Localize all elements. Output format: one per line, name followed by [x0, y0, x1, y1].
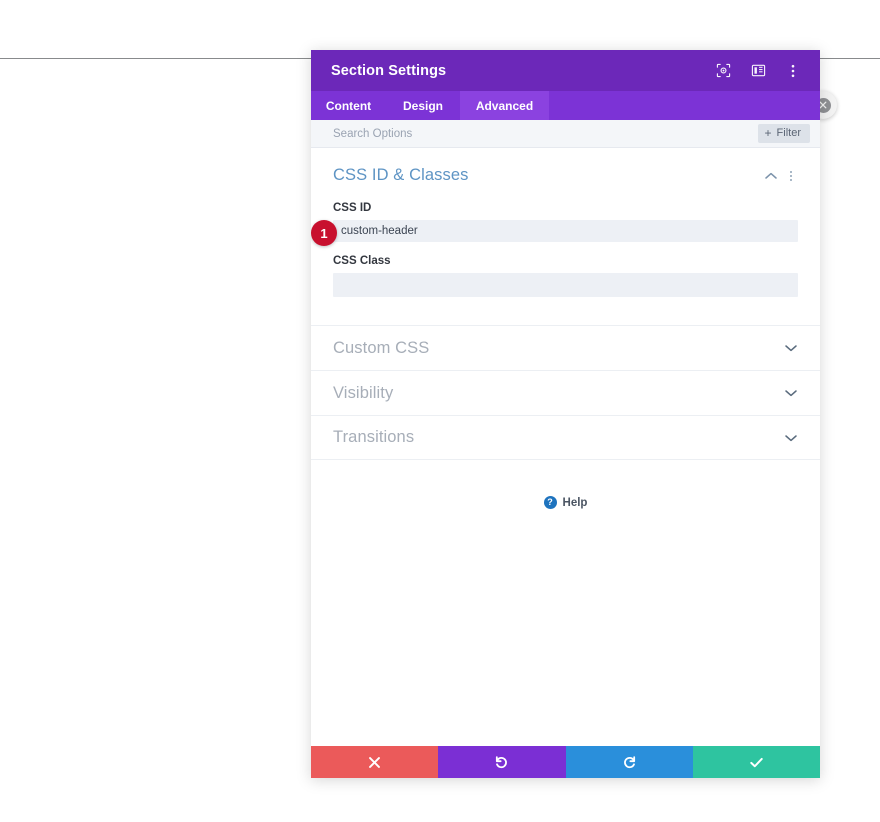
field-css-id-label: CSS ID	[333, 202, 798, 214]
modal-footer	[311, 746, 820, 778]
modal-body: CSS ID & Classes CSS ID 1	[311, 148, 820, 746]
section-kebab-menu-icon[interactable]	[784, 169, 798, 183]
redo-button[interactable]	[566, 746, 693, 778]
kebab-menu-icon[interactable]	[784, 62, 802, 80]
search-input[interactable]	[333, 128, 758, 140]
filter-button[interactable]: + Filter	[758, 124, 810, 143]
chevron-down-icon[interactable]	[784, 431, 798, 445]
section-visibility-label: Visibility	[333, 384, 784, 403]
section-visibility[interactable]: Visibility	[311, 370, 820, 415]
focus-target-icon[interactable]	[714, 62, 732, 80]
modal-header-actions	[714, 62, 802, 80]
help-question-icon: ?	[544, 496, 557, 509]
section-transitions-label: Transitions	[333, 428, 784, 447]
save-button[interactable]	[693, 746, 820, 778]
help-link[interactable]: ? Help	[311, 496, 820, 509]
close-icon	[368, 756, 381, 769]
field-css-class-label: CSS Class	[333, 255, 798, 267]
section-css-id-classes-header[interactable]: CSS ID & Classes	[333, 148, 798, 189]
section-transitions[interactable]: Transitions	[311, 415, 820, 460]
undo-icon	[494, 755, 509, 770]
tab-design[interactable]: Design	[386, 91, 460, 120]
tab-advanced[interactable]: Advanced	[460, 91, 549, 120]
search-bar: + Filter	[311, 120, 820, 148]
css-class-input[interactable]	[333, 273, 798, 297]
section-custom-css-label: Custom CSS	[333, 339, 784, 358]
chevron-down-icon[interactable]	[784, 386, 798, 400]
chevron-down-icon[interactable]	[784, 341, 798, 355]
field-css-class: CSS Class	[333, 255, 798, 297]
field-css-id: CSS ID 1	[333, 202, 798, 242]
redo-icon	[622, 755, 637, 770]
modal-tabs: Content Design Advanced	[311, 91, 820, 120]
modal-header: Section Settings	[311, 50, 820, 91]
section-css-id-classes: CSS ID & Classes CSS ID 1	[311, 148, 820, 297]
css-id-input[interactable]	[333, 220, 798, 242]
help-label: Help	[563, 497, 588, 509]
page-root: Section Settings	[0, 0, 880, 822]
chevron-up-icon[interactable]	[764, 169, 778, 183]
filter-button-label: Filter	[777, 127, 801, 139]
plus-icon: +	[765, 127, 772, 139]
layout-panel-icon[interactable]	[749, 62, 767, 80]
page-title: Section Settings	[331, 63, 714, 79]
discard-button[interactable]	[311, 746, 438, 778]
section-settings-modal: Section Settings	[311, 50, 820, 778]
section-title: CSS ID & Classes	[333, 166, 764, 185]
undo-button[interactable]	[438, 746, 565, 778]
section-custom-css[interactable]: Custom CSS	[311, 325, 820, 370]
tab-content[interactable]: Content	[311, 91, 386, 120]
step-badge-1: 1	[311, 220, 337, 246]
section-spacer	[311, 297, 820, 325]
check-icon	[749, 755, 764, 770]
